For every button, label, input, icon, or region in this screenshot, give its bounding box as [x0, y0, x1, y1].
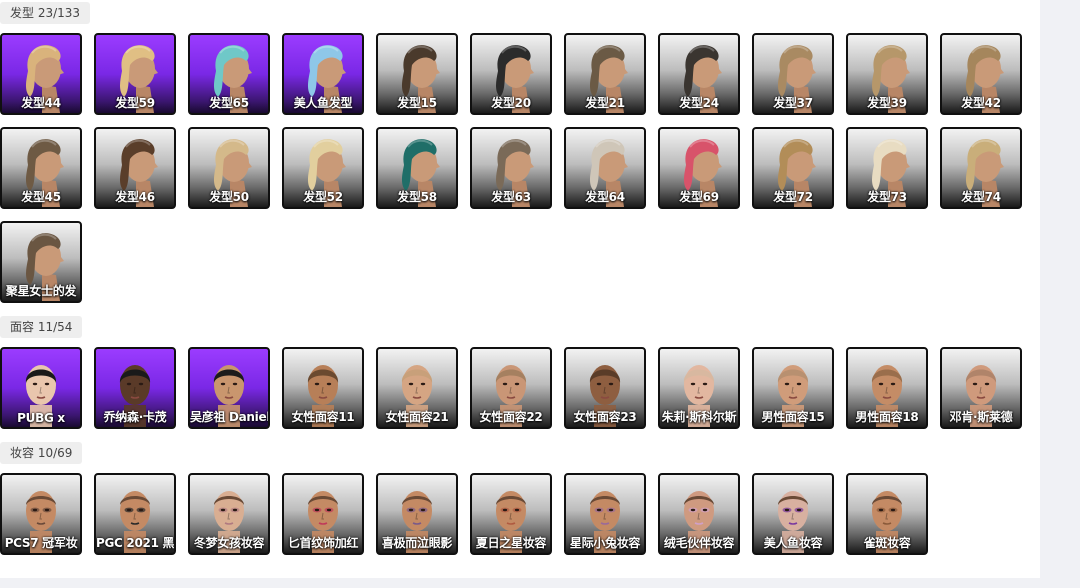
hair-item-tile[interactable]: 发型58 — [376, 127, 458, 209]
makeup-item-tile[interactable]: 匕首纹饰加红 — [282, 473, 364, 555]
hair-item-tile[interactable]: 发型21 — [564, 33, 646, 115]
face-item-label: 女性面容11 — [291, 410, 355, 424]
makeup-item-label: 星际小兔妆容 — [569, 536, 641, 550]
makeup-item-tile[interactable]: 喜极而泣眼影 — [376, 473, 458, 555]
makeup-item-tile[interactable]: 美人鱼妆容 — [752, 473, 834, 555]
makeup-item-tile[interactable]: 夏日之星妆容 — [470, 473, 552, 555]
hair-item-tile[interactable]: 发型72 — [752, 127, 834, 209]
hair-item-label: 发型63 — [491, 190, 531, 204]
face-item-tile[interactable]: 女性面容22 — [470, 347, 552, 429]
hair-item-label: 发型44 — [21, 96, 61, 110]
face-item-label: 男性面容18 — [855, 410, 919, 424]
makeup-item-tile[interactable]: PCS7 冠军妆 — [0, 473, 82, 555]
hair-item-label: 发型58 — [397, 190, 437, 204]
hair-item-label: 发型42 — [961, 96, 1001, 110]
face-item-label: 乔纳森·卡茂 — [103, 410, 167, 424]
hair-item-label: 发型74 — [961, 190, 1001, 204]
hair-item-label: 发型20 — [491, 96, 531, 110]
makeup-item-tile[interactable]: PGC 2021 黑 — [94, 473, 176, 555]
hair-item-label: 发型37 — [773, 96, 813, 110]
face-item-tile[interactable]: 邓肯·斯莱德 — [940, 347, 1022, 429]
section-title-makeup: 妆容 10/69 — [0, 442, 83, 464]
face-item-label: 男性面容15 — [761, 410, 825, 424]
hair-item-tile[interactable]: 聚星女士的发 — [0, 221, 82, 303]
hair-item-label: 发型52 — [303, 190, 343, 204]
makeup-item-tile[interactable]: 冬梦女孩妆容 — [188, 473, 270, 555]
hair-item-tile[interactable]: 发型15 — [376, 33, 458, 115]
makeup-item-tile[interactable]: 雀斑妆容 — [846, 473, 928, 555]
hair-item-tile[interactable]: 发型59 — [94, 33, 176, 115]
face-item-tile[interactable]: 男性面容15 — [752, 347, 834, 429]
hair-item-tile[interactable]: 发型37 — [752, 33, 834, 115]
hair-item-tile[interactable]: 发型46 — [94, 127, 176, 209]
hair-item-label: 发型50 — [209, 190, 249, 204]
hair-item-label: 发型73 — [867, 190, 907, 204]
hair-item-label: 发型72 — [773, 190, 813, 204]
face-item-tile[interactable]: 女性面容23 — [564, 347, 646, 429]
hair-item-tile[interactable]: 发型73 — [846, 127, 928, 209]
face-item-tile[interactable]: 朱莉·斯科尔斯 — [658, 347, 740, 429]
hair-item-tile[interactable]: 发型65 — [188, 33, 270, 115]
face-item-label: PUBG x — [17, 411, 65, 425]
makeup-item-tile[interactable]: 星际小兔妆容 — [564, 473, 646, 555]
makeup-item-tile[interactable]: 绒毛伙伴妆容 — [658, 473, 740, 555]
makeup-item-label: PCS7 冠军妆 — [4, 536, 78, 550]
face-item-tile[interactable]: 吴彦祖 Daniel — [188, 347, 270, 429]
hair-item-tile[interactable]: 发型20 — [470, 33, 552, 115]
hair-item-tile[interactable]: 发型64 — [564, 127, 646, 209]
hair-item-tile[interactable]: 发型45 — [0, 127, 82, 209]
makeup-item-label: 夏日之星妆容 — [475, 536, 547, 550]
makeup-item-label: 绒毛伙伴妆容 — [663, 536, 735, 550]
hair-item-label: 发型45 — [21, 190, 61, 204]
face-item-label: 吴彦祖 Daniel — [190, 410, 268, 424]
makeup-item-label: 冬梦女孩妆容 — [193, 536, 265, 550]
hair-item-label: 发型64 — [585, 190, 625, 204]
hair-item-tile[interactable]: 美人鱼发型 — [282, 33, 364, 115]
face-item-label: 女性面容22 — [479, 410, 543, 424]
hair-item-label: 发型59 — [115, 96, 155, 110]
hair-item-label: 美人鱼发型 — [293, 96, 353, 110]
face-item-label: 朱莉·斯科尔斯 — [661, 410, 737, 424]
hair-item-tile[interactable]: 发型63 — [470, 127, 552, 209]
makeup-item-label: 美人鱼妆容 — [763, 536, 823, 550]
face-item-tile[interactable]: 男性面容18 — [846, 347, 928, 429]
hair-item-tile[interactable]: 发型52 — [282, 127, 364, 209]
makeup-item-label: PGC 2021 黑 — [96, 536, 174, 550]
hair-item-tile[interactable]: 发型39 — [846, 33, 928, 115]
face-item-label: 邓肯·斯莱德 — [949, 410, 1013, 424]
hair-item-tile[interactable]: 发型24 — [658, 33, 740, 115]
hair-item-label: 聚星女士的发 — [5, 284, 77, 298]
hair-item-label: 发型39 — [867, 96, 907, 110]
hair-item-tile[interactable]: 发型50 — [188, 127, 270, 209]
hair-item-tile[interactable]: 发型74 — [940, 127, 1022, 209]
right-gutter — [1040, 0, 1080, 588]
face-item-tile[interactable]: 女性面容11 — [282, 347, 364, 429]
face-item-tile[interactable]: 女性面容21 — [376, 347, 458, 429]
face-item-tile[interactable]: PUBG x — [0, 347, 82, 429]
makeup-item-label: 雀斑妆容 — [863, 536, 911, 550]
hair-item-tile[interactable]: 发型44 — [0, 33, 82, 115]
face-item-label: 女性面容23 — [573, 410, 637, 424]
section-title-face: 面容 11/54 — [0, 316, 83, 338]
makeup-item-label: 匕首纹饰加红 — [287, 536, 359, 550]
hair-item-label: 发型15 — [397, 96, 437, 110]
makeup-item-label: 喜极而泣眼影 — [381, 536, 453, 550]
face-item-label: 女性面容21 — [385, 410, 449, 424]
hair-item-label: 发型46 — [115, 190, 155, 204]
face-item-tile[interactable]: 乔纳森·卡茂 — [94, 347, 176, 429]
hair-item-tile[interactable]: 发型42 — [940, 33, 1022, 115]
hair-item-label: 发型65 — [209, 96, 249, 110]
hair-item-tile[interactable]: 发型69 — [658, 127, 740, 209]
section-title-hair: 发型 23/133 — [0, 2, 91, 24]
hair-item-label: 发型24 — [679, 96, 719, 110]
hair-item-label: 发型21 — [585, 96, 625, 110]
hair-item-label: 发型69 — [679, 190, 719, 204]
